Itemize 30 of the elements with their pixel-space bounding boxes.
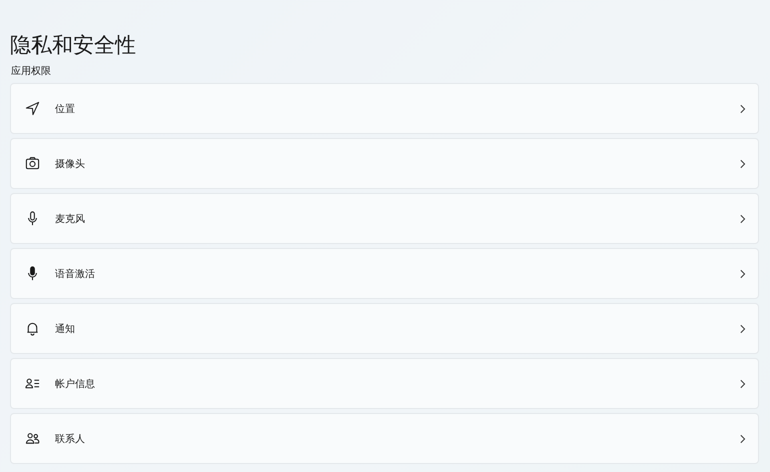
person-list-icon	[25, 376, 40, 391]
item-label: 摄像头	[55, 158, 86, 170]
microphone-filled-icon	[25, 266, 40, 281]
camera-icon	[25, 156, 40, 171]
chevron-right-icon	[739, 324, 746, 334]
chevron-right-icon	[739, 104, 746, 114]
settings-item[interactable]: 麦克风	[10, 193, 759, 244]
settings-item[interactable]: 摄像头	[10, 138, 759, 189]
item-label: 通知	[55, 322, 76, 336]
settings-item[interactable]: 帐户信息	[10, 358, 759, 409]
chevron-right-icon	[739, 434, 746, 444]
item-label: 语音激活	[55, 268, 96, 280]
item-label: 麦克风	[55, 212, 86, 226]
chevron-right-icon	[739, 378, 746, 388]
item-label: 帐户信息	[55, 378, 96, 390]
bell-icon	[25, 321, 40, 336]
item-label: 位置	[55, 102, 76, 116]
chevron-right-icon	[739, 268, 746, 278]
people-icon	[25, 431, 40, 446]
microphone-icon	[25, 211, 40, 226]
settings-item[interactable]: 位置	[10, 83, 759, 134]
location-arrow-icon	[25, 101, 40, 116]
item-label: 联系人	[55, 432, 86, 446]
settings-item[interactable]: 通知	[10, 303, 759, 354]
settings-item[interactable]: 联系人	[10, 413, 759, 464]
section-heading: 应用权限	[11, 65, 52, 79]
settings-item[interactable]: 语音激活	[10, 248, 759, 299]
chevron-right-icon	[739, 214, 746, 224]
chevron-right-icon	[739, 158, 746, 168]
page-title: 隐私和安全性	[10, 32, 137, 59]
